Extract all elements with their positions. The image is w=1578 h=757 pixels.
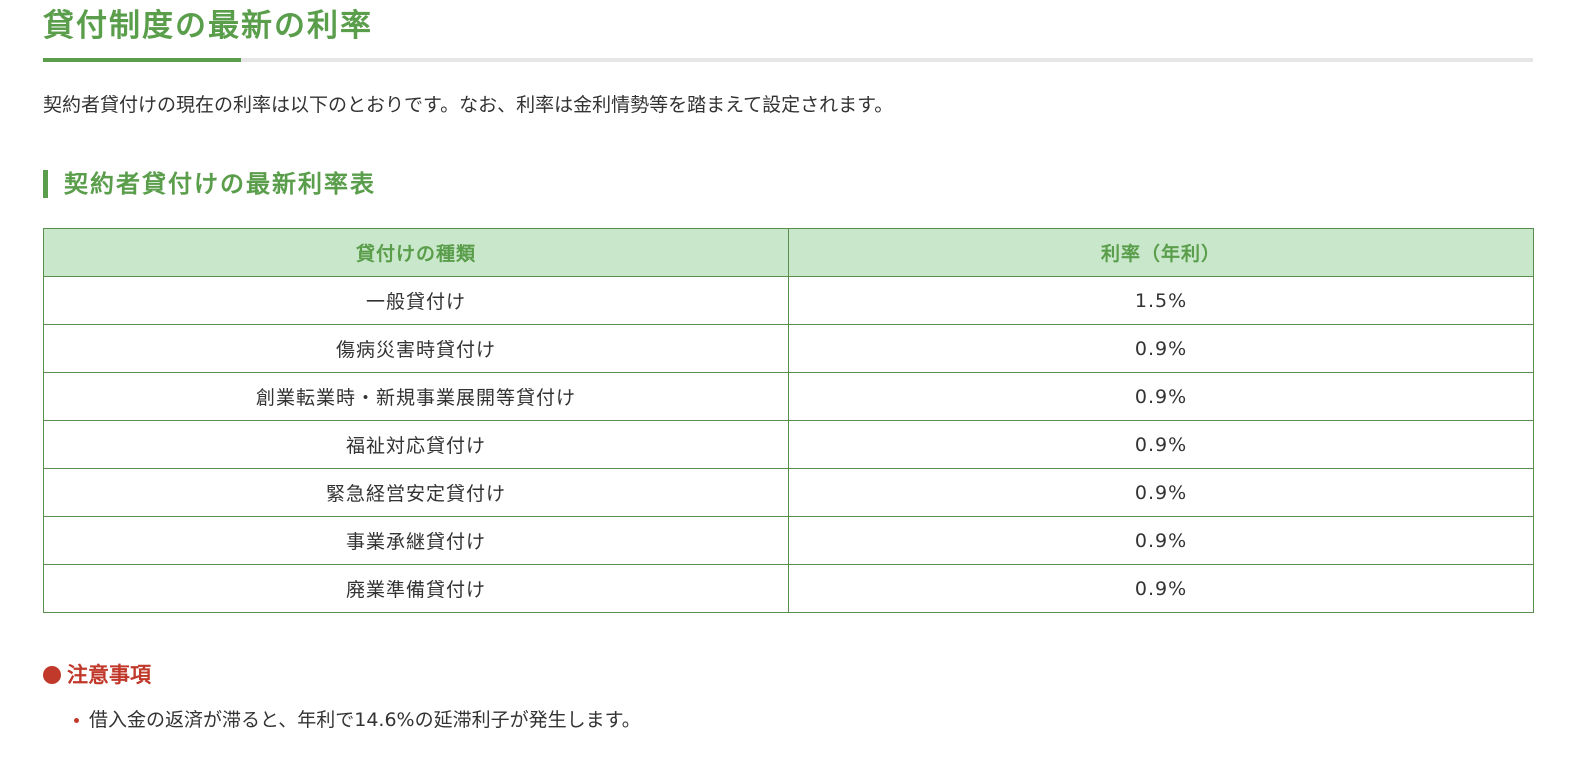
red-circle-icon <box>43 666 61 684</box>
loan-type-cell: 廃業準備貸付け <box>43 564 789 613</box>
title-underline <box>43 58 1533 62</box>
rate-table: 貸付けの種類 利率（年利） 一般貸付け 1.5% 傷病災害時貸付け 0.9% 創… <box>43 228 1534 613</box>
loan-type-cell: 緊急経営安定貸付け <box>43 468 789 517</box>
column-header-type: 貸付けの種類 <box>43 228 789 277</box>
table-row: 福祉対応貸付け 0.9% <box>43 420 1534 469</box>
loan-type-cell: 福祉対応貸付け <box>43 420 789 469</box>
table-row: 事業承継貸付け 0.9% <box>43 516 1534 565</box>
rate-cell: 0.9% <box>788 324 1534 373</box>
column-header-rate: 利率（年利） <box>788 228 1534 277</box>
bullet-icon <box>74 717 79 723</box>
list-item: 借入金の返済が滞ると、年利で14.6%の延滞利子が発生します。 <box>74 706 641 734</box>
page: 貸付制度の最新の利率 契約者貸付けの現在の利率は以下のとおりです。なお、利率は金… <box>0 0 1578 757</box>
table-row: 緊急経営安定貸付け 0.9% <box>43 468 1534 517</box>
table-row: 創業転業時・新規事業展開等貸付け 0.9% <box>43 372 1534 421</box>
notes-list: 借入金の返済が滞ると、年利で14.6%の延滞利子が発生します。 <box>74 706 641 734</box>
table-header-row: 貸付けの種類 利率（年利） <box>43 228 1534 277</box>
table-row: 廃業準備貸付け 0.9% <box>43 564 1534 613</box>
rate-cell: 1.5% <box>788 276 1534 325</box>
rate-cell: 0.9% <box>788 564 1534 613</box>
table-row: 一般貸付け 1.5% <box>43 276 1534 325</box>
section-heading: 契約者貸付けの最新利率表 <box>43 170 376 198</box>
rate-cell: 0.9% <box>788 516 1534 565</box>
intro-text: 契約者貸付けの現在の利率は以下のとおりです。なお、利率は金利情勢等を踏まえて設定… <box>43 94 894 116</box>
page-title: 貸付制度の最新の利率 <box>43 8 373 44</box>
loan-type-cell: 事業承継貸付け <box>43 516 789 565</box>
note-text: 借入金の返済が滞ると、年利で14.6%の延滞利子が発生します。 <box>89 709 641 731</box>
notes-heading-label: 注意事項 <box>67 663 151 687</box>
loan-type-cell: 創業転業時・新規事業展開等貸付け <box>43 372 789 421</box>
loan-type-cell: 傷病災害時貸付け <box>43 324 789 373</box>
title-underline-accent <box>43 58 241 62</box>
rate-cell: 0.9% <box>788 420 1534 469</box>
rate-cell: 0.9% <box>788 372 1534 421</box>
table-row: 傷病災害時貸付け 0.9% <box>43 324 1534 373</box>
loan-type-cell: 一般貸付け <box>43 276 789 325</box>
notes-heading: 注意事項 <box>43 660 151 690</box>
rate-cell: 0.9% <box>788 468 1534 517</box>
